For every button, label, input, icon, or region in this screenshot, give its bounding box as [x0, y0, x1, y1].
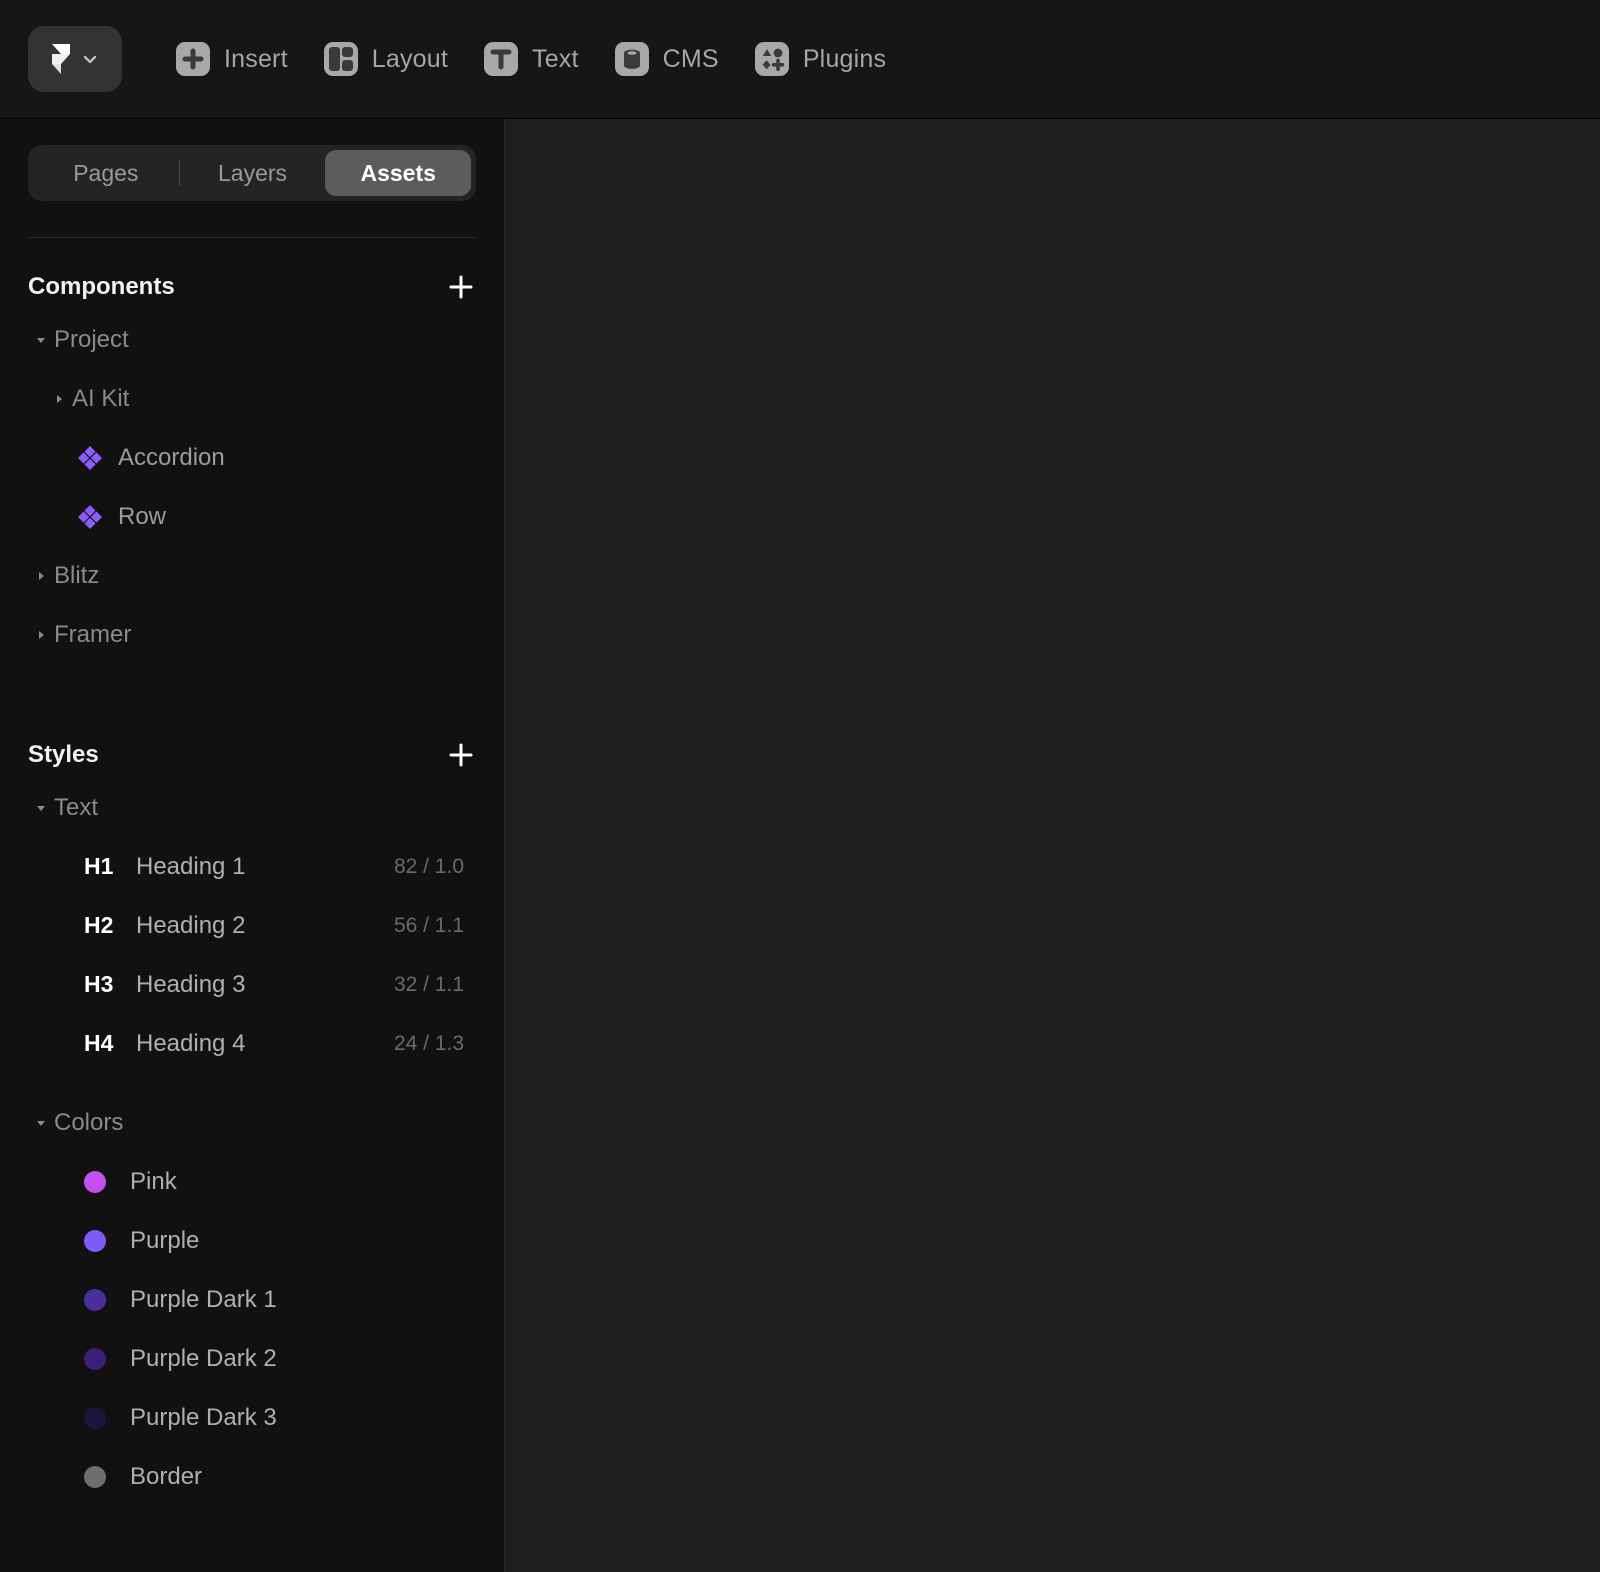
text-style-meta: 32 / 1.1 [393, 972, 464, 996]
color-style-name: Pink [130, 1167, 177, 1195]
components-title: Components [28, 273, 175, 300]
styles-group-colors[interactable]: Colors [0, 1093, 504, 1152]
caret-down-icon [28, 801, 54, 815]
tree-label-blitz: Blitz [54, 561, 100, 589]
color-style-row[interactable]: Purple Dark 2 [0, 1329, 504, 1388]
framer-logo-icon [50, 44, 72, 74]
toolbar-item-text[interactable]: Text [466, 34, 597, 84]
styles-title: Styles [28, 741, 99, 768]
component-label-accordion: Accordion [118, 443, 225, 471]
tab-pages[interactable]: Pages [33, 150, 179, 196]
add-style-button[interactable] [446, 740, 476, 770]
styles-group-label-text: Text [54, 793, 99, 821]
text-t-icon [484, 42, 518, 76]
text-style-name: Heading 1 [136, 852, 246, 880]
text-style-name: Heading 2 [136, 911, 246, 939]
component-item-row[interactable]: Row [0, 487, 504, 546]
text-style-name: Heading 4 [136, 1029, 246, 1057]
color-swatch [84, 1288, 106, 1311]
color-style-row[interactable]: Border [0, 1447, 504, 1506]
component-item-accordion[interactable]: Accordion [0, 428, 504, 487]
top-toolbar: Insert Layout Text CMS Plugins [0, 0, 1600, 119]
layout-panels-icon [323, 42, 358, 76]
plus-square-icon [176, 42, 210, 76]
text-style-meta: 82 / 1.0 [393, 854, 464, 878]
tabs-divider [28, 237, 476, 238]
color-style-row[interactable]: Purple [0, 1211, 504, 1270]
tree-label-project: Project [54, 325, 129, 353]
color-style-row[interactable]: Purple Dark 3 [0, 1388, 504, 1447]
toolbar-label-layout: Layout [371, 44, 448, 73]
tree-label-ai-kit: AI Kit [72, 384, 130, 412]
caret-down-icon [28, 333, 54, 347]
toolbar-label-text: Text [532, 44, 579, 73]
toolbar-item-plugins[interactable]: Plugins [737, 34, 904, 84]
color-style-row[interactable]: Purple Dark 1 [0, 1270, 504, 1329]
tree-group-ai-kit[interactable]: AI Kit [0, 369, 504, 428]
color-style-row[interactable]: Pink [0, 1152, 504, 1211]
color-style-name: Purple [130, 1226, 200, 1254]
component-diamond-icon [76, 503, 104, 531]
framer-app-window: Insert Layout Text CMS Plugins Pages Lay… [0, 0, 1600, 1572]
text-style-meta: 56 / 1.1 [393, 913, 464, 937]
color-style-name: Border [130, 1462, 203, 1490]
color-swatch [84, 1229, 106, 1252]
text-style-key: H3 [84, 971, 114, 997]
text-style-key: H2 [84, 912, 114, 938]
chevron-down-icon [80, 49, 100, 69]
styles-section-header: Styles [0, 732, 504, 778]
tree-group-project[interactable]: Project [0, 310, 504, 369]
text-style-row[interactable]: H3 Heading 3 32 / 1.1 [0, 955, 504, 1014]
tree-group-framer[interactable]: Framer [0, 605, 504, 664]
text-style-key: H4 [84, 1030, 114, 1056]
toolbar-label-cms: CMS [662, 44, 719, 73]
assets-sidebar: Pages Layers Assets Components Project A… [0, 119, 505, 1572]
toolbar-label-plugins: Plugins [802, 44, 887, 73]
text-style-meta: 24 / 1.3 [393, 1031, 464, 1055]
color-style-name: Purple Dark 2 [130, 1344, 277, 1372]
framer-menu-button[interactable] [28, 26, 122, 92]
database-stack-icon [614, 42, 649, 76]
color-swatch [84, 1465, 106, 1488]
tab-layers[interactable]: Layers [180, 150, 326, 196]
text-style-row[interactable]: H2 Heading 2 56 / 1.1 [0, 896, 504, 955]
styles-group-text[interactable]: Text [0, 778, 504, 837]
caret-down-icon [28, 1116, 54, 1130]
text-style-row[interactable]: H1 Heading 1 82 / 1.0 [0, 837, 504, 896]
text-style-name: Heading 3 [136, 970, 246, 998]
caret-right-icon [46, 392, 72, 406]
components-section-header: Components [0, 264, 504, 310]
styles-spacer [0, 1073, 504, 1093]
panel-tabs: Pages Layers Assets [28, 145, 476, 201]
color-swatch [84, 1406, 106, 1429]
text-style-row[interactable]: H4 Heading 4 24 / 1.3 [0, 1014, 504, 1073]
add-component-button[interactable] [446, 272, 476, 302]
toolbar-item-insert[interactable]: Insert [158, 34, 306, 84]
design-canvas[interactable] [505, 119, 1600, 1572]
toolbar-item-layout[interactable]: Layout [306, 34, 466, 84]
caret-right-icon [28, 569, 54, 583]
color-style-name: Purple Dark 1 [130, 1285, 277, 1313]
color-swatch [84, 1170, 106, 1193]
component-diamond-icon [76, 444, 104, 472]
workspace-body: Pages Layers Assets Components Project A… [0, 119, 1600, 1572]
component-label-row: Row [118, 502, 167, 530]
tab-assets[interactable]: Assets [325, 150, 472, 196]
tree-label-framer: Framer [54, 620, 132, 648]
plugins-shapes-icon [754, 42, 789, 76]
color-style-name: Purple Dark 3 [130, 1403, 277, 1431]
styles-group-label-colors: Colors [54, 1108, 124, 1136]
toolbar-item-cms[interactable]: CMS [597, 34, 737, 84]
color-swatch [84, 1347, 106, 1370]
caret-right-icon [28, 628, 54, 642]
text-style-key: H1 [84, 853, 114, 879]
tree-group-blitz[interactable]: Blitz [0, 546, 504, 605]
toolbar-label-insert: Insert [224, 44, 288, 73]
